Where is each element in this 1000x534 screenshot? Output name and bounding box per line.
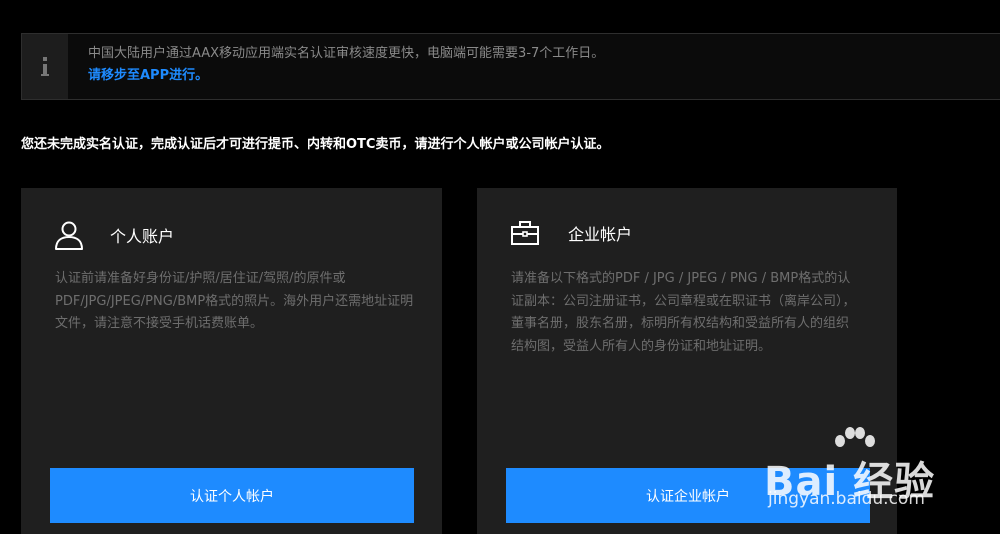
card-title: 个人账户 <box>110 227 175 246</box>
verification-instruction: 您还未完成实名认证，完成认证后才可进行提币、内转和OTC卖币，请进行个人帐户或公… <box>21 137 610 152</box>
baidu-jingyan-watermark: Bai 经验 jingyan.baidu.com <box>762 427 992 527</box>
notice-banner: 中国大陆用户通过AAX移动应用端实名认证审核速度更快，电脑端可能需要3-7个工作… <box>21 33 1000 100</box>
card-header: 个人账户 <box>54 220 174 250</box>
verification-page: 中国大陆用户通过AAX移动应用端实名认证审核速度更快，电脑端可能需要3-7个工作… <box>0 0 1000 534</box>
verify-personal-account-button[interactable]: 认证个人帐户 <box>50 468 414 523</box>
notice-text: 中国大陆用户通过AAX移动应用端实名认证审核速度更快，电脑端可能需要3-7个工作… <box>68 34 604 99</box>
user-icon <box>54 220 84 250</box>
go-to-app-link[interactable]: 请移步至APP进行。 <box>88 65 604 87</box>
briefcase-icon <box>510 220 540 246</box>
watermark-url: jingyan.baidu.com <box>768 489 925 509</box>
personal-account-card: 个人账户 认证前请准备好身份证/护照/居住证/驾照/的原件或PDF/JPG/JP… <box>21 188 442 534</box>
card-description: 请准备以下格式的PDF / JPG / JPEG / PNG / BMP格式的认… <box>511 271 856 354</box>
card-title: 企业帐户 <box>568 225 633 244</box>
card-header: 企业帐户 <box>510 220 632 246</box>
info-icon <box>22 34 68 99</box>
card-description: 认证前请准备好身份证/护照/居住证/驾照/的原件或PDF/JPG/JPEG/PN… <box>55 271 414 331</box>
notice-message: 中国大陆用户通过AAX移动应用端实名认证审核速度更快，电脑端可能需要3-7个工作… <box>88 46 605 61</box>
